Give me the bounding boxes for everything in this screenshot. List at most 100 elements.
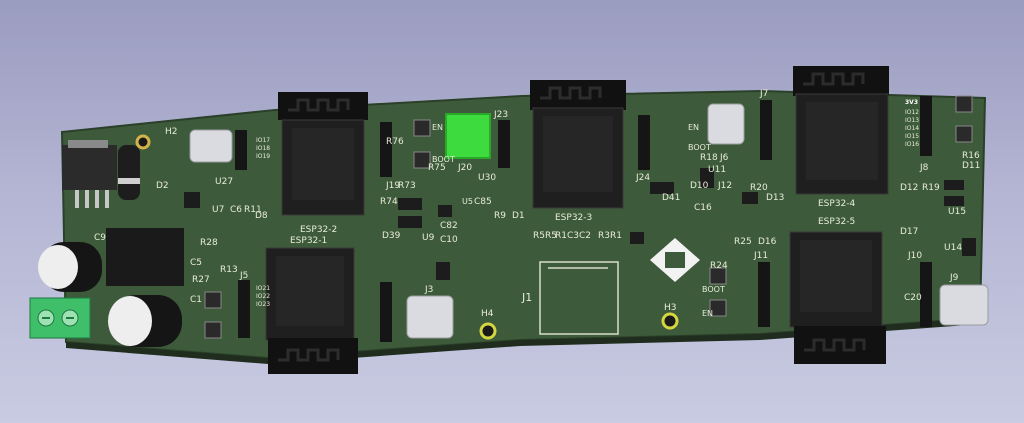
label-esp32-1: ESP32-1 bbox=[290, 236, 327, 246]
label-r16: R16 bbox=[962, 151, 980, 161]
label-c5: C5 bbox=[190, 258, 202, 268]
label-r5r5: R5R5 bbox=[533, 231, 557, 241]
label-esp32-5: ESP32-5 bbox=[818, 217, 855, 227]
label-r76: R76 bbox=[386, 137, 404, 147]
label-r25: R25 bbox=[734, 237, 752, 247]
label-j3: J3 bbox=[424, 285, 433, 295]
usb-c-j3[interactable] bbox=[406, 295, 454, 339]
label-d2: D2 bbox=[156, 181, 169, 191]
label-btn-en-3: EN bbox=[702, 309, 713, 318]
label-u5: U5 bbox=[462, 197, 473, 206]
label-u14: U14 bbox=[944, 243, 962, 253]
label-r19: R19 bbox=[922, 183, 940, 193]
label-esp32-2: ESP32-2 bbox=[300, 225, 337, 235]
label-r20: R20 bbox=[750, 183, 768, 193]
capacitor-c1 bbox=[108, 295, 182, 347]
label-r13: R13 bbox=[220, 265, 238, 275]
inductor bbox=[106, 228, 184, 286]
label-r1c3c2: R1C3C2 bbox=[555, 231, 591, 241]
label-c85: C85 bbox=[474, 197, 492, 207]
label-h3: H3 bbox=[664, 303, 677, 313]
label-r27: R27 bbox=[192, 275, 210, 285]
label-d11: D11 bbox=[962, 161, 980, 171]
label-r73: R73 bbox=[398, 181, 416, 191]
label-u7: U7 bbox=[212, 205, 224, 215]
label-u15: U15 bbox=[948, 207, 966, 217]
label-j12: J12 bbox=[717, 181, 732, 191]
label-btn-en-1: EN bbox=[432, 123, 443, 132]
label-j1: J1 bbox=[521, 291, 532, 304]
label-u9: U9 bbox=[422, 233, 435, 243]
label-d41: D41 bbox=[662, 193, 680, 203]
label-d17: D17 bbox=[900, 227, 918, 237]
label-r24: R24 bbox=[710, 261, 728, 271]
label-d1: D1 bbox=[512, 211, 525, 221]
label-r28: R28 bbox=[200, 238, 218, 248]
diode-band bbox=[118, 178, 140, 184]
label-r74: R74 bbox=[380, 197, 398, 207]
esp32-1-module bbox=[265, 247, 358, 374]
pin-label: IO13 bbox=[905, 117, 919, 124]
pin-label: IO14 bbox=[905, 125, 919, 132]
label-d16: D16 bbox=[758, 237, 777, 247]
pcb-3d-viewport[interactable]: ESP32-2 ESP32-3 ESP32-4 ESP32-1 ESP32-5 … bbox=[0, 0, 1024, 423]
label-c82: C82 bbox=[440, 221, 458, 231]
label-c6: C6 bbox=[230, 205, 242, 215]
pin-label-3v3: 3V3 bbox=[905, 99, 918, 106]
pin-label: IO12 bbox=[905, 109, 919, 116]
label-d39: D39 bbox=[382, 231, 401, 241]
mounting-hole-h4 bbox=[479, 322, 497, 340]
label-d12: D12 bbox=[900, 183, 918, 193]
pin-label: IO16 bbox=[905, 141, 919, 148]
label-u30: U30 bbox=[478, 173, 496, 183]
label-j11: J11 bbox=[753, 251, 768, 261]
label-c16: C16 bbox=[694, 203, 712, 213]
voltage-regulator bbox=[62, 145, 117, 190]
label-c20: C20 bbox=[904, 293, 922, 303]
selected-component-j20[interactable] bbox=[445, 113, 491, 159]
label-j6: J6 bbox=[719, 153, 729, 163]
label-d13: D13 bbox=[766, 193, 784, 203]
screw-terminal[interactable] bbox=[29, 297, 91, 339]
label-d10: D10 bbox=[690, 181, 709, 191]
label-r75: R75 bbox=[428, 163, 446, 173]
label-j5: J5 bbox=[239, 271, 248, 281]
pin-label: IO22 bbox=[256, 293, 270, 300]
mounting-hole-h3 bbox=[661, 312, 679, 330]
regulator-tab bbox=[68, 140, 108, 148]
label-j24: J24 bbox=[635, 173, 650, 183]
label-btn-en-2: EN bbox=[688, 123, 699, 132]
label-c10: C10 bbox=[440, 235, 458, 245]
label-r9: R9 bbox=[494, 211, 506, 221]
label-u11: U11 bbox=[708, 165, 726, 175]
label-j10: J10 bbox=[907, 251, 922, 261]
label-j20: J20 bbox=[457, 163, 472, 173]
pin-label: IO19 bbox=[256, 153, 270, 160]
label-j8: J8 bbox=[919, 163, 929, 173]
label-r11: R11 bbox=[244, 205, 262, 215]
capacitor-c9 bbox=[38, 242, 102, 292]
pin-label: IO23 bbox=[256, 301, 270, 308]
pin-label: IO15 bbox=[905, 133, 919, 140]
label-btn-boot-2: BOOT bbox=[688, 143, 711, 152]
label-h4: H4 bbox=[481, 309, 494, 319]
diode-d2 bbox=[118, 145, 140, 200]
label-j23: J23 bbox=[493, 110, 508, 120]
usb-c-j18[interactable] bbox=[189, 129, 233, 163]
usb-c-j6[interactable] bbox=[707, 103, 745, 145]
label-j7: J7 bbox=[759, 89, 768, 99]
pin-label: IO21 bbox=[256, 285, 270, 292]
label-btn-boot-3: BOOT bbox=[702, 285, 725, 294]
label-btn-boot-1: BOOT bbox=[432, 155, 455, 164]
label-r3r1: R3R1 bbox=[598, 231, 622, 241]
pin-label: IO17 bbox=[256, 137, 270, 144]
pin-label: IO18 bbox=[256, 145, 270, 152]
label-esp32-3: ESP32-3 bbox=[555, 213, 592, 223]
esp32-5-module bbox=[789, 231, 886, 364]
usb-c-j9[interactable] bbox=[939, 284, 989, 326]
label-j9: J9 bbox=[949, 273, 959, 283]
label-esp32-4: ESP32-4 bbox=[818, 199, 856, 209]
label-u27: U27 bbox=[215, 177, 233, 187]
label-r18: R18 bbox=[700, 153, 718, 163]
mounting-hole-h2 bbox=[135, 134, 151, 150]
